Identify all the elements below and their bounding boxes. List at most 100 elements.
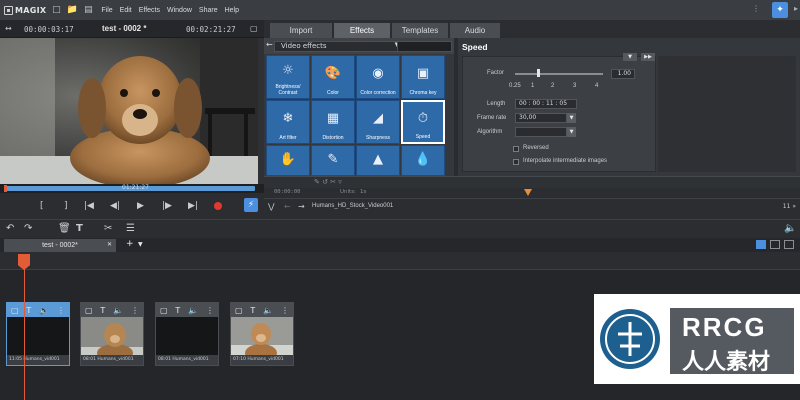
chevron-down-icon[interactable]: ▼ bbox=[567, 127, 576, 137]
clip-text-icon[interactable]: T bbox=[100, 306, 105, 315]
collapse-chevron-icon[interactable]: ⋁ bbox=[268, 202, 275, 211]
framerate-dropdown[interactable]: 30,00 bbox=[515, 113, 567, 123]
clip-menu-icon[interactable]: ⋮ bbox=[206, 306, 214, 315]
menu-edit[interactable]: Edit bbox=[120, 7, 132, 14]
clip-fx-icon[interactable]: ▢ bbox=[11, 306, 19, 315]
clip-text-icon[interactable]: T bbox=[175, 306, 180, 315]
timeline-view-icon[interactable] bbox=[770, 240, 780, 249]
effect-tile-distortion[interactable]: ▦ Distortion bbox=[311, 100, 355, 144]
open-folder-icon[interactable]: 📁 bbox=[66, 4, 78, 16]
scene-view-icon[interactable] bbox=[784, 240, 794, 249]
menu-help[interactable]: Help bbox=[225, 7, 239, 14]
clip-fx-icon[interactable]: ▢ bbox=[160, 306, 168, 315]
redo-icon[interactable]: ↷ bbox=[24, 223, 32, 234]
chevron-down-icon[interactable]: ▼ bbox=[567, 113, 576, 123]
expand-arrows-icon[interactable]: ↔ bbox=[5, 24, 12, 33]
timeline-playhead[interactable] bbox=[24, 256, 25, 400]
window-resize-icon[interactable]: ▸ bbox=[794, 4, 798, 13]
effect-tile-color-correction[interactable]: ◉ Color correction bbox=[356, 55, 400, 99]
effect-category-dropdown[interactable]: Video effects ▼ bbox=[274, 41, 404, 52]
text-icon[interactable]: T bbox=[76, 223, 83, 234]
more-options-icon[interactable]: ⋮ bbox=[752, 4, 760, 13]
effect-tile-brush[interactable]: ✎ bbox=[311, 145, 355, 176]
delete-icon[interactable]: 🗑 bbox=[58, 223, 71, 234]
algorithm-dropdown[interactable] bbox=[515, 127, 567, 137]
clip-volume-icon[interactable]: 🔈 bbox=[39, 306, 49, 315]
effect-tile-landscape[interactable]: ▲ bbox=[356, 145, 400, 176]
interpolate-checkbox[interactable] bbox=[513, 159, 519, 165]
pool-search-input[interactable] bbox=[397, 41, 452, 52]
progress-marker[interactable] bbox=[4, 185, 7, 192]
clip-volume-icon[interactable]: 🔈 bbox=[263, 306, 273, 315]
clip-volume-icon[interactable]: 🔈 bbox=[188, 306, 198, 315]
effect-tile-chroma-key[interactable]: ▣ Chroma key bbox=[401, 55, 445, 99]
chevron-down-icon[interactable]: ▼ bbox=[138, 241, 143, 248]
assistant-button[interactable]: ✦ bbox=[772, 2, 788, 18]
mark-in-button[interactable]: [ bbox=[40, 201, 44, 211]
forward-arrow-icon[interactable]: → bbox=[298, 202, 305, 211]
clip-menu-icon[interactable]: ⋮ bbox=[281, 306, 289, 315]
timeline-ruler[interactable] bbox=[0, 252, 800, 270]
effect-tile-art-filter[interactable]: ❄ Art filter bbox=[266, 100, 310, 144]
previous-frame-icon[interactable]: ◀| bbox=[110, 201, 120, 211]
preview-progress-bar[interactable]: 01:21:27 bbox=[0, 184, 264, 193]
save-icon[interactable]: ▤ bbox=[82, 4, 94, 16]
factor-slider-knob[interactable] bbox=[537, 69, 540, 77]
storyboard-view-icon[interactable] bbox=[756, 240, 766, 249]
back-arrow-icon[interactable]: ← bbox=[266, 40, 273, 49]
clip-toolbar: ▢ T 🔈 ⋮ bbox=[7, 303, 69, 317]
storyboard-clip-2[interactable]: ▢ T 🔈 ⋮ 08:01 Humans_vid001 bbox=[80, 302, 144, 366]
clip-text-icon[interactable]: T bbox=[26, 306, 31, 315]
go-to-end-icon[interactable]: ▶| bbox=[188, 201, 198, 211]
clip-menu-icon[interactable]: ⋮ bbox=[57, 306, 65, 315]
new-file-icon[interactable]: □ bbox=[50, 4, 62, 16]
clip-fx-icon[interactable]: ▢ bbox=[85, 306, 93, 315]
effect-tile-brightness[interactable]: ☼ Brightness/ Contrast bbox=[266, 55, 310, 99]
back-arrow-icon[interactable]: ← bbox=[284, 202, 291, 211]
effects-flash-button[interactable]: ⚡ bbox=[244, 198, 258, 212]
factor-value-field[interactable]: 1.00 bbox=[611, 69, 635, 79]
storyboard-clip-3[interactable]: ▢ T 🔈 ⋮ 08:01 Humans_vid001 bbox=[155, 302, 219, 366]
insert-mode-icon[interactable]: ☰ bbox=[126, 223, 135, 234]
clip-volume-icon[interactable]: 🔈 bbox=[113, 306, 123, 315]
tab-audio[interactable]: Audio bbox=[450, 23, 500, 38]
storyboard-clip-4[interactable]: ▢ T 🔈 ⋮ 07:10 Humans_vid001 bbox=[230, 302, 294, 366]
next-button[interactable]: ▶▶ bbox=[641, 53, 655, 61]
clip-text-icon[interactable]: T bbox=[250, 306, 255, 315]
mark-out-button[interactable]: ] bbox=[64, 201, 68, 211]
add-tab-icon[interactable]: + bbox=[126, 239, 134, 249]
storyboard-clip-1[interactable]: ▢ T 🔈 ⋮ 11:05 Humans_vid001 bbox=[6, 302, 70, 366]
strip-tools-icon[interactable]: ✎ ↺ ✂ ▿ bbox=[314, 178, 342, 186]
go-to-start-icon[interactable]: |◀ bbox=[84, 201, 94, 211]
effect-tile-color[interactable]: 🎨 Color bbox=[311, 55, 355, 99]
timeline-tab[interactable]: test - 0002* ✕ bbox=[4, 239, 116, 252]
reversed-checkbox[interactable] bbox=[513, 146, 519, 152]
project-title: test - 0002 * bbox=[102, 24, 147, 33]
speaker-icon[interactable]: 🔈 bbox=[784, 223, 796, 234]
undo-icon[interactable]: ↶ bbox=[6, 223, 14, 234]
tab-import[interactable]: Import bbox=[270, 23, 332, 38]
menu-effects[interactable]: Effects bbox=[139, 7, 160, 14]
length-field[interactable]: 00 : 00 : 11 : 05 bbox=[515, 99, 577, 109]
cut-icon[interactable]: ✂ bbox=[104, 223, 112, 234]
clip-fx-icon[interactable]: ▢ bbox=[235, 306, 243, 315]
play-icon[interactable]: ▶ bbox=[137, 201, 144, 211]
tab-effects[interactable]: Effects bbox=[334, 23, 390, 38]
tab-templates[interactable]: Templates bbox=[392, 23, 448, 38]
menu-share[interactable]: Share bbox=[199, 7, 218, 14]
menu-file[interactable]: File bbox=[101, 7, 112, 14]
menu-window[interactable]: Window bbox=[167, 7, 192, 14]
keyframe-marker-icon[interactable] bbox=[524, 189, 532, 196]
next-frame-icon[interactable]: |▶ bbox=[162, 201, 172, 211]
clip-menu-icon[interactable]: ⋮ bbox=[131, 306, 139, 315]
collapse-button[interactable]: ▼ bbox=[623, 53, 637, 61]
effect-tile-stabilize[interactable]: ✋ bbox=[266, 145, 310, 176]
effect-tile-sharpness[interactable]: ◢ Sharpness bbox=[356, 100, 400, 144]
effect-tile-drop[interactable]: 💧 bbox=[401, 145, 445, 176]
fullscreen-icon[interactable]: ▢ bbox=[250, 24, 258, 33]
close-icon[interactable]: ✕ bbox=[107, 241, 112, 248]
video-preview[interactable] bbox=[0, 38, 258, 184]
factor-slider[interactable] bbox=[515, 73, 603, 75]
effect-tile-speed[interactable]: ⏱ Speed bbox=[401, 100, 445, 144]
record-button[interactable] bbox=[214, 202, 222, 210]
